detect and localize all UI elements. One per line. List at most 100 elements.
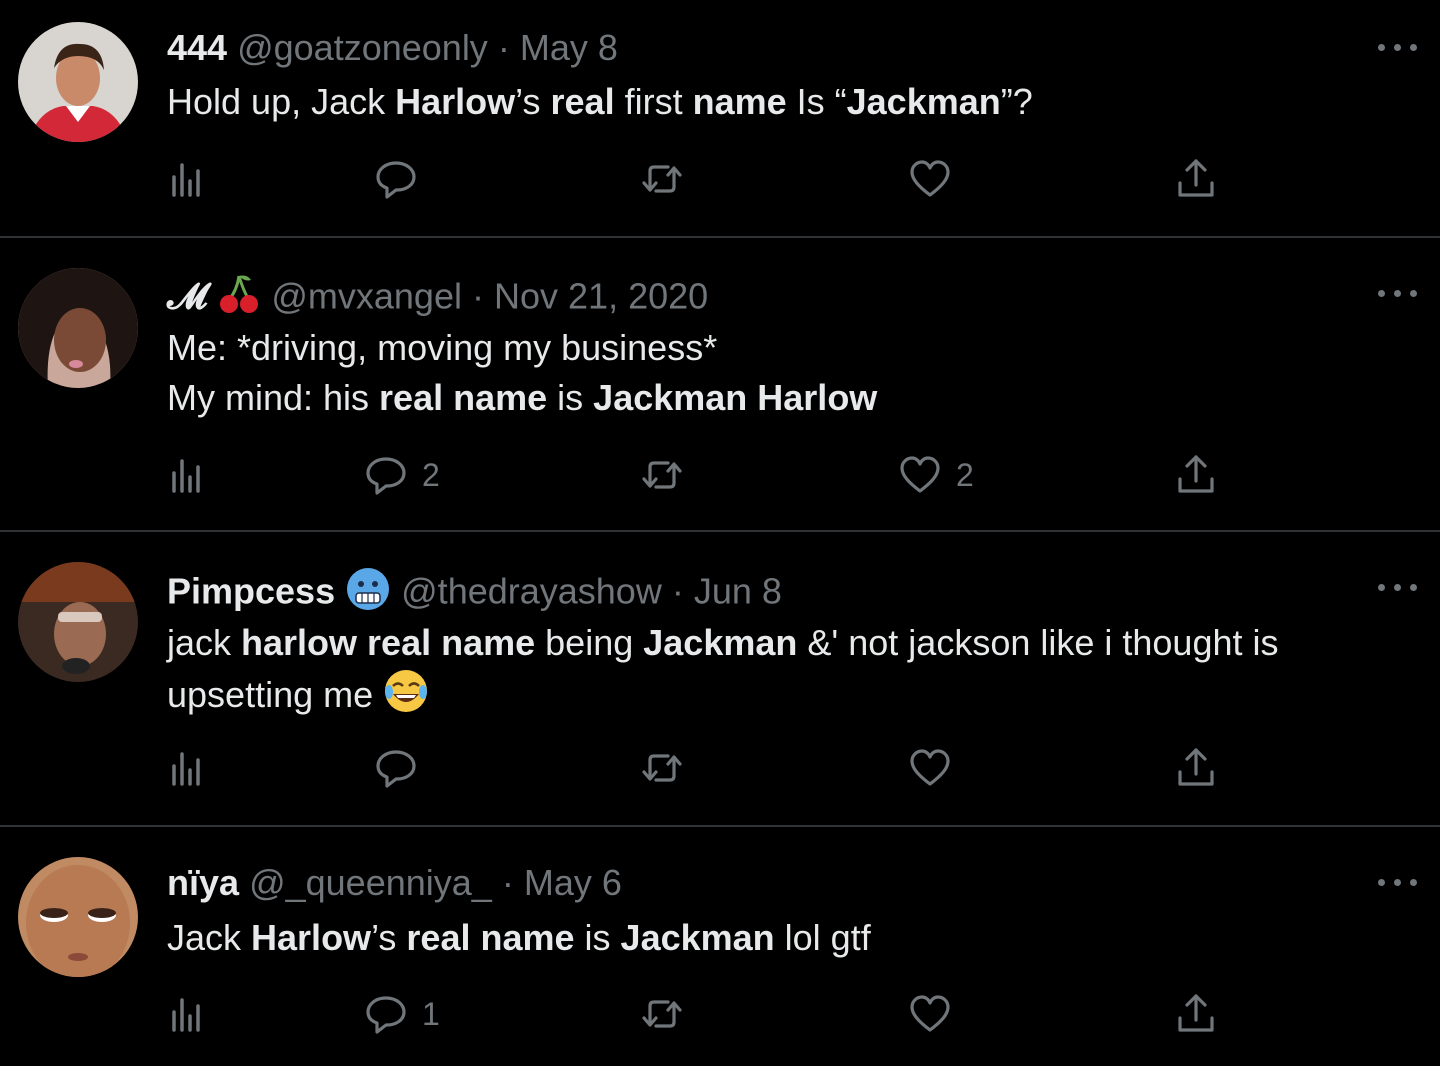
retweet-button[interactable] <box>640 746 684 790</box>
retweet-icon <box>640 992 684 1036</box>
retweet-button[interactable] <box>640 453 684 497</box>
text-segment: Me: *driving, moving my business* <box>167 327 718 368</box>
tweet-text: jack harlow real name being Jackman &' n… <box>167 618 1279 727</box>
tweet-actions: 22 <box>0 453 1440 503</box>
tweet-header: 444 @goatzoneonly · May 8 <box>167 26 618 70</box>
cherry-emoji <box>217 272 261 326</box>
views-button[interactable] <box>166 992 210 1036</box>
reply-count: 2 <box>422 456 440 493</box>
separator: · <box>472 275 484 317</box>
share-icon <box>1174 157 1218 201</box>
reply-button[interactable]: 1 <box>364 992 440 1036</box>
reply-icon <box>364 453 408 497</box>
views-icon <box>166 453 210 497</box>
tweet-date[interactable]: Nov 21, 2020 <box>494 276 708 317</box>
like-button[interactable] <box>908 992 952 1036</box>
bold-text: Jackman <box>643 622 798 663</box>
text-segment: ’s <box>371 917 407 958</box>
views-icon <box>166 746 210 790</box>
tweet[interactable]: 𝓜 @mvxangel · Nov 21, 2020 Me: *driving,… <box>0 238 1440 532</box>
tweet-actions <box>0 157 1440 207</box>
share-icon <box>1174 746 1218 790</box>
bold-text: real <box>550 81 615 122</box>
tweet[interactable]: Pimpcess @thedrayashow · Jun 8 jack harl… <box>0 532 1440 827</box>
cold-face-emoji <box>345 566 391 622</box>
text-segment: Hold up, Jack <box>167 81 396 122</box>
tweet-text: Jack Harlow’s real name is Jackman lol g… <box>167 913 871 963</box>
tweet-date[interactable]: May 8 <box>520 27 618 68</box>
bold-text: real name <box>379 377 548 418</box>
separator: · <box>501 862 514 903</box>
text-segment: being <box>535 622 644 663</box>
bold-text: Jackman <box>846 81 1001 122</box>
avatar[interactable] <box>18 268 138 388</box>
bold-text: Harlow <box>395 81 516 122</box>
like-icon <box>908 746 952 790</box>
display-name[interactable]: 𝓜 <box>167 276 207 317</box>
like-icon <box>908 992 952 1036</box>
retweet-icon <box>640 746 684 790</box>
tweet-text: Me: *driving, moving my business* My mind… <box>167 323 877 423</box>
laughing-tears-emoji <box>383 668 429 727</box>
tweet-text-line: jack harlow real name being Jackman &' n… <box>167 618 1279 668</box>
text-segment: is <box>547 377 594 418</box>
user-handle[interactable]: @mvxangel <box>271 276 462 317</box>
user-handle[interactable]: @goatzoneonly <box>237 27 488 68</box>
avatar[interactable] <box>18 22 138 142</box>
tweet-date[interactable]: Jun 8 <box>694 571 782 612</box>
reply-icon <box>374 157 418 201</box>
user-handle[interactable]: @_queenniya_ <box>249 862 492 903</box>
share-button[interactable] <box>1174 453 1218 497</box>
tweet-header: Pimpcess @thedrayashow · Jun 8 <box>167 566 782 622</box>
avatar[interactable] <box>18 857 138 977</box>
display-name[interactable]: nïya <box>167 862 239 903</box>
retweet-button[interactable] <box>640 157 684 201</box>
more-icon[interactable] <box>1378 286 1418 298</box>
tweet[interactable]: 444 @goatzoneonly · May 8 Hold up, Jack … <box>0 0 1440 238</box>
share-icon <box>1174 453 1218 497</box>
reply-button[interactable] <box>374 157 418 201</box>
bold-text: harlow real name <box>241 622 536 663</box>
separator: · <box>671 570 684 612</box>
display-name[interactable]: Pimpcess <box>167 571 335 612</box>
avatar[interactable] <box>18 562 138 682</box>
like-button[interactable] <box>908 746 952 790</box>
display-name[interactable]: 444 <box>167 27 227 68</box>
tweet[interactable]: nïya @_queenniya_ · May 6 Jack Harlow’s … <box>0 827 1440 1066</box>
more-icon[interactable] <box>1378 875 1418 887</box>
views-button[interactable] <box>166 453 210 497</box>
more-icon[interactable] <box>1378 580 1418 592</box>
user-handle[interactable]: @thedrayashow <box>401 571 662 612</box>
text-segment: &' not jackson like i thought is <box>797 622 1279 663</box>
views-button[interactable] <box>166 157 210 201</box>
retweet-icon <box>640 157 684 201</box>
more-icon[interactable] <box>1378 40 1418 52</box>
retweet-button[interactable] <box>640 992 684 1036</box>
text-segment: lol gtf <box>774 917 871 958</box>
tweet-text-line: upsetting me <box>167 668 1279 727</box>
share-icon <box>1174 992 1218 1036</box>
text-segment: upsetting me <box>167 674 374 716</box>
views-button[interactable] <box>166 746 210 790</box>
views-icon <box>166 157 210 201</box>
like-count: 2 <box>956 456 974 493</box>
like-icon <box>898 453 942 497</box>
tweet-date[interactable]: May 6 <box>524 862 622 903</box>
like-icon <box>908 157 952 201</box>
like-button[interactable] <box>908 157 952 201</box>
bold-text: real name <box>406 917 575 958</box>
tweet-header: 𝓜 @mvxangel · Nov 21, 2020 <box>167 272 708 326</box>
tweet-text-line: Me: *driving, moving my business* <box>167 323 877 373</box>
bold-text: Harlow <box>251 917 372 958</box>
share-button[interactable] <box>1174 157 1218 201</box>
share-button[interactable] <box>1174 746 1218 790</box>
reply-icon <box>364 992 408 1036</box>
share-button[interactable] <box>1174 992 1218 1036</box>
tweet-text: Hold up, Jack Harlow’s real first name I… <box>167 77 1033 127</box>
bold-text: name <box>692 81 787 122</box>
reply-count: 1 <box>422 995 440 1032</box>
reply-button[interactable]: 2 <box>364 453 440 497</box>
like-button[interactable]: 2 <box>898 453 974 497</box>
tweet-header: nïya @_queenniya_ · May 6 <box>167 861 622 905</box>
reply-button[interactable] <box>374 746 418 790</box>
